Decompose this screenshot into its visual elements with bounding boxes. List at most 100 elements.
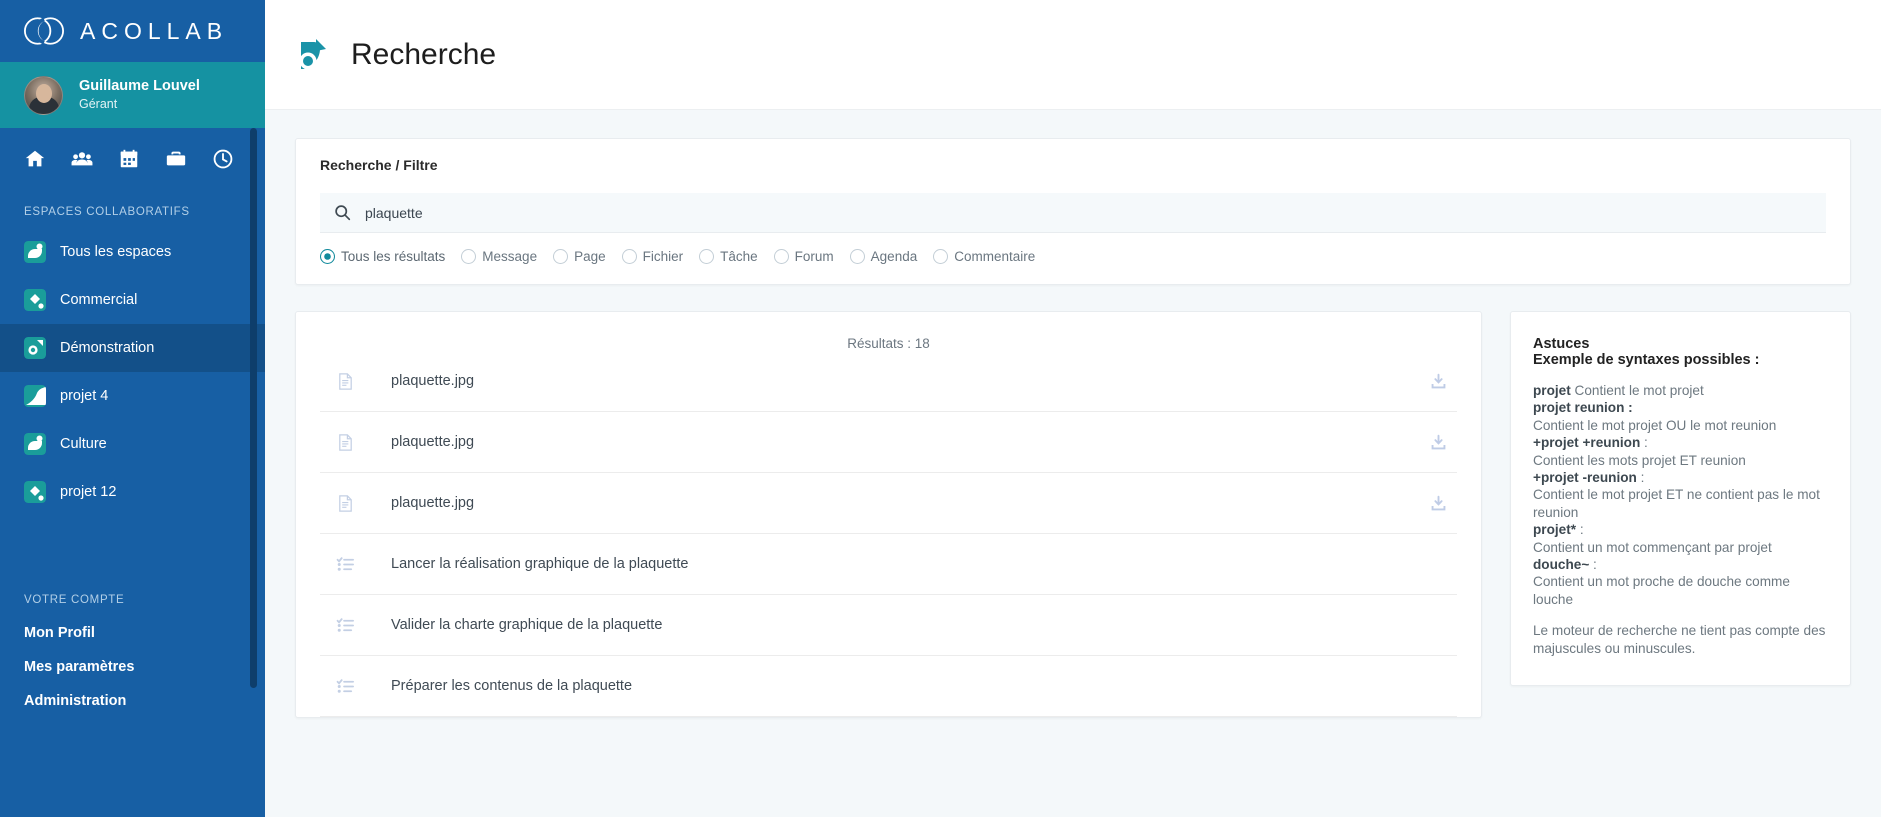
sidebar-item-projet-4[interactable]: projet 4 [0, 372, 265, 420]
filter-option-label: Tâche [720, 249, 758, 264]
filter-option-commentaire[interactable]: Commentaire [933, 249, 1035, 264]
file-icon [339, 372, 352, 390]
download-icon[interactable] [1430, 373, 1447, 390]
filter-option-page[interactable]: Page [553, 249, 606, 264]
tips-term: projet* [1533, 522, 1577, 538]
tips-line: +projet +reunion : [1533, 434, 1828, 451]
filter-option-label: Forum [794, 249, 834, 264]
space-diamond-icon [24, 289, 46, 311]
radio-icon [699, 249, 715, 264]
results-count: Résultats : 18 [847, 336, 930, 351]
sidebar-item-tous-les-espaces[interactable]: Tous les espaces [0, 228, 265, 276]
search-icon [335, 205, 351, 221]
filter-option-label: Fichier [642, 249, 684, 264]
sidebar-item-mes-parametres[interactable]: Mes paramètres [0, 650, 265, 684]
sidebar-item-projet-12[interactable]: projet 12 [0, 468, 265, 516]
tips-desc: Contient un mot proche de douche comme l… [1533, 574, 1790, 607]
filter-option-fichier[interactable]: Fichier [621, 249, 684, 264]
sidebar-item-label: Tous les espaces [60, 244, 172, 260]
search-module-logo [299, 38, 326, 69]
tips-term: +projet -reunion [1533, 469, 1637, 485]
tips-line: projet* : [1533, 521, 1828, 538]
space-circle-icon [24, 337, 46, 359]
download-icon[interactable] [1430, 434, 1447, 451]
clock-icon[interactable] [212, 148, 234, 170]
radio-icon [933, 249, 949, 264]
sidebar-item-label: Commercial [60, 292, 138, 308]
space-diamond-icon [24, 481, 46, 503]
tips-panel: Astuces Exemple de syntaxes possibles : … [1510, 311, 1851, 686]
result-label: plaquette.jpg [391, 495, 475, 511]
sidebar-item-culture[interactable]: Culture [0, 420, 265, 468]
filter-option-agenda[interactable]: Agenda [849, 249, 918, 264]
page-header: Recherche [265, 0, 1881, 110]
tips-subheading: Exemple de syntaxes possibles : [1533, 352, 1760, 368]
radio-icon [773, 249, 789, 264]
result-label: plaquette.jpg [391, 373, 475, 389]
tips-line: douche~ : [1533, 556, 1828, 573]
profile-role: Gérant [79, 97, 118, 112]
app-root: ACOLLAB Guillaume Louvel Gérant ESPACES … [0, 0, 1881, 817]
filter-option-tache[interactable]: Tâche [699, 249, 758, 264]
user-profile[interactable]: Guillaume Louvel Gérant [0, 62, 265, 128]
brand-header[interactable]: ACOLLAB [0, 0, 265, 62]
space-leaf-icon [24, 241, 46, 263]
sidebar-scrollbar-thumb[interactable] [250, 128, 257, 688]
table-row[interactable]: plaquette.jpg [320, 473, 1457, 534]
home-icon[interactable] [24, 148, 46, 170]
sidebar-item-demonstration[interactable]: Démonstration [0, 324, 265, 372]
download-icon[interactable] [1430, 495, 1447, 512]
sidebar-item-mon-profil[interactable]: Mon Profil [0, 616, 265, 650]
tips-line: projet Contient le mot projet [1533, 382, 1828, 399]
filter-panel-title: Recherche / Filtre [320, 157, 438, 173]
sidebar-nav: ESPACES COLLABORATIFS Tous les espaces C… [0, 190, 265, 817]
table-row[interactable]: Valider la charte graphique de la plaque… [320, 595, 1457, 656]
filter-option-label: Commentaire [954, 249, 1036, 264]
search-bar[interactable] [320, 193, 1826, 233]
tips-note: Le moteur de recherche ne tient pas comp… [1533, 623, 1826, 657]
result-label: Lancer la réalisation graphique de la pl… [391, 556, 689, 572]
table-row[interactable]: Lancer la réalisation graphique de la pl… [320, 534, 1457, 595]
radio-icon [553, 249, 569, 264]
results-panel: Résultats : 18 plaquette.jpg plaquette.j… [295, 311, 1482, 718]
spaces-section-title: ESPACES COLLABORATIFS [24, 206, 190, 218]
calendar-icon[interactable] [118, 148, 140, 170]
tips-sep: : [1640, 435, 1648, 451]
task-list-icon [336, 556, 355, 571]
acollab-rings-logo [24, 17, 64, 45]
tips-term: +projet +reunion [1533, 435, 1641, 451]
tips-term: projet [1533, 383, 1571, 398]
radio-icon [849, 249, 865, 264]
sidebar-item-label: projet 12 [60, 484, 117, 500]
table-row[interactable]: plaquette.jpg [320, 412, 1457, 473]
sidebar-item-administration[interactable]: Administration [0, 684, 265, 718]
tips-desc: Contient un mot commençant par projet [1533, 539, 1772, 555]
table-row[interactable]: Préparer les contenus de la plaquette [320, 656, 1457, 717]
space-leaf-icon [24, 433, 46, 455]
table-row[interactable]: plaquette.jpg [320, 351, 1457, 412]
briefcase-icon[interactable] [165, 148, 187, 170]
sidebar-item-commercial[interactable]: Commercial [0, 276, 265, 324]
tips-sep: : [1624, 400, 1633, 416]
result-label: Valider la charte graphique de la plaque… [391, 617, 663, 633]
filter-radio-group: Tous les résultats Message Page Fichier [320, 233, 1826, 264]
task-list-icon [336, 617, 355, 632]
sidebar-item-label: Démonstration [60, 340, 155, 356]
page-title: Recherche [351, 37, 497, 71]
filter-option-forum[interactable]: Forum [773, 249, 834, 264]
users-icon[interactable] [71, 148, 93, 170]
filter-option-label: Message [482, 249, 538, 264]
result-label: plaquette.jpg [391, 434, 475, 450]
filter-option-message[interactable]: Message [461, 249, 537, 264]
filter-option-label: Agenda [870, 249, 918, 264]
results-and-tips: Résultats : 18 plaquette.jpg plaquette.j… [295, 311, 1851, 718]
tips-line: projet reunion : [1533, 399, 1828, 416]
search-filter-panel: Recherche / Filtre Tous les résultats Me… [295, 138, 1851, 285]
avatar [24, 75, 63, 115]
radio-icon [320, 249, 335, 264]
filter-option-tous-les-resultats[interactable]: Tous les résultats [320, 249, 445, 264]
filter-option-label: Page [574, 249, 606, 264]
search-input[interactable] [365, 204, 1812, 221]
quick-nav [0, 128, 265, 190]
tips-line: +projet -reunion : [1533, 469, 1828, 486]
